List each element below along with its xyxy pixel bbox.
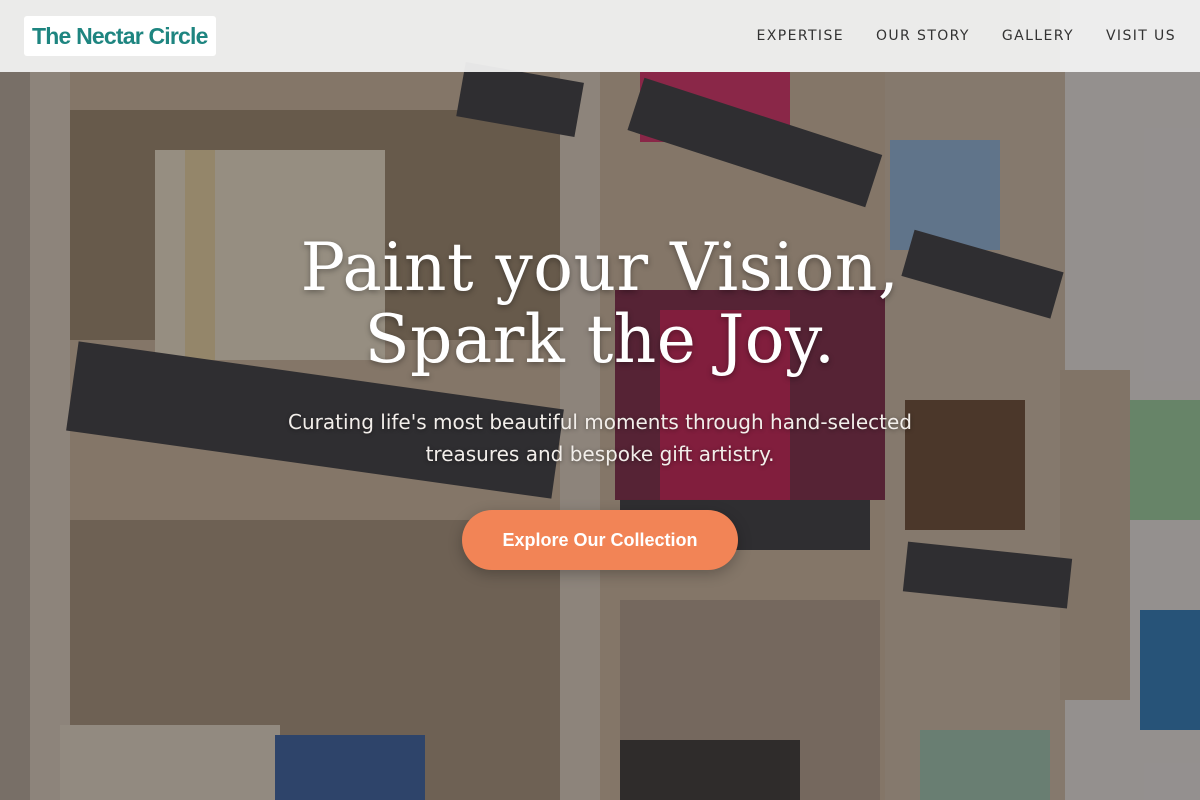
hero-headline: Paint your Vision, Spark the Joy. bbox=[0, 232, 1200, 376]
hero-subheading: Curating life's most beautiful moments t… bbox=[288, 410, 912, 466]
hero-section: Paint your Vision, Spark the Joy. Curati… bbox=[0, 0, 1200, 800]
nav-item-expertise[interactable]: EXPERTISE bbox=[757, 28, 844, 44]
nav-item-gallery[interactable]: GALLERY bbox=[1002, 28, 1074, 44]
headline-line-2: Spark the Joy. bbox=[364, 301, 836, 378]
headline-line-1: Paint your Vision, bbox=[300, 229, 900, 306]
explore-collection-button[interactable]: Explore Our Collection bbox=[462, 510, 738, 570]
brand-logo[interactable]: The Nectar Circle bbox=[24, 16, 216, 56]
hero-content: Paint your Vision, Spark the Joy. Curati… bbox=[0, 232, 1200, 570]
main-nav: EXPERTISE OUR STORY GALLERY VISIT US bbox=[757, 28, 1176, 44]
nav-item-our-story[interactable]: OUR STORY bbox=[876, 28, 970, 44]
site-header: The Nectar Circle EXPERTISE OUR STORY GA… bbox=[0, 0, 1200, 72]
nav-item-visit-us[interactable]: VISIT US bbox=[1106, 28, 1176, 44]
